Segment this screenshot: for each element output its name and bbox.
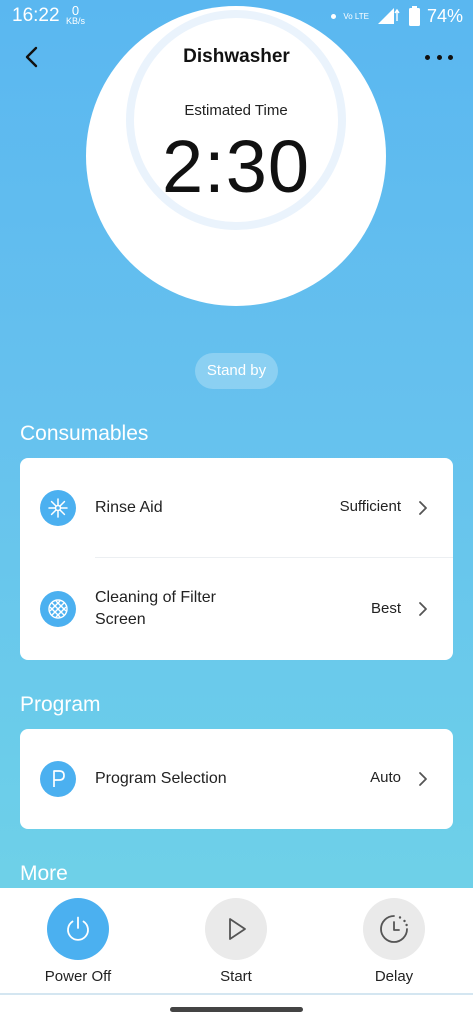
- app-bar: Dishwasher: [0, 34, 473, 80]
- section-title-more: More: [20, 862, 68, 885]
- estimated-time-value: 2:30: [161, 125, 311, 208]
- filter-screen-value: Best: [370, 600, 401, 617]
- filter-screen-icon: [40, 591, 76, 627]
- power-icon: [67, 916, 89, 941]
- list-item-filter-screen[interactable]: Cleaning of Filter Screen Best: [20, 558, 453, 660]
- delay-label: Delay: [374, 968, 414, 985]
- section-title-program: Program: [20, 693, 101, 716]
- more-dot-icon: [436, 54, 442, 60]
- section-title-consumables: Consumables: [20, 422, 149, 445]
- estimated-time-label: Estimated Time: [184, 102, 288, 119]
- network-speed-unit: KB/s: [66, 16, 86, 26]
- list-item-program-selection[interactable]: Program Selection Auto: [20, 729, 453, 829]
- more-dot-icon: [448, 54, 453, 60]
- program-selection-label: Program Selection: [95, 770, 227, 787]
- power-off-button[interactable]: Power Off: [23, 898, 133, 985]
- status-chip: Stand by: [195, 353, 278, 389]
- consumables-card: Rinse Aid Sufficient Cleaning of Filter …: [20, 458, 453, 660]
- battery-percentage: 74%: [426, 5, 463, 26]
- more-dot-icon: [425, 54, 430, 60]
- filter-screen-label: Cleaning of Filter Screen: [95, 589, 216, 628]
- start-button-circle[interactable]: [205, 898, 267, 960]
- bottom-divider: [0, 993, 473, 995]
- volte-icon: Vo LTE: [343, 11, 369, 21]
- bottom-action-bar: Power Off Start Delay: [0, 888, 473, 1024]
- rinse-aid-icon: [40, 490, 76, 526]
- timer-icon: [380, 915, 408, 943]
- rinse-aid-label: Rinse Aid: [95, 499, 163, 516]
- chevron-right-icon: [419, 602, 427, 616]
- program-card: Program Selection Auto: [20, 729, 453, 829]
- delay-button[interactable]: Delay: [339, 898, 449, 985]
- rinse-aid-value: Sufficient: [339, 498, 401, 515]
- network-speed-value: 0: [71, 3, 80, 18]
- power-off-label: Power Off: [44, 968, 112, 985]
- more-options-button[interactable]: [425, 44, 453, 70]
- list-item-rinse-aid[interactable]: Rinse Aid Sufficient: [20, 458, 453, 558]
- delay-button-circle[interactable]: [363, 898, 425, 960]
- chevron-right-icon: [419, 501, 427, 515]
- status-time: 16:22: [12, 5, 60, 26]
- page-title: Dishwasher: [183, 46, 290, 67]
- battery-icon: [408, 6, 420, 26]
- start-button[interactable]: Start: [181, 898, 291, 985]
- home-indicator[interactable]: [170, 1007, 303, 1012]
- notification-dot-icon: [331, 13, 337, 19]
- status-icons: Vo LTE 74%: [331, 4, 463, 28]
- chevron-right-icon: [419, 772, 427, 786]
- program-selection-value: Auto: [370, 769, 401, 786]
- start-label: Start: [220, 968, 252, 985]
- network-speed: 0 KB/s: [66, 3, 86, 26]
- program-p-icon: [40, 761, 76, 797]
- play-icon: [229, 918, 246, 940]
- power-button-circle[interactable]: [47, 898, 109, 960]
- signal-icon: [377, 8, 400, 24]
